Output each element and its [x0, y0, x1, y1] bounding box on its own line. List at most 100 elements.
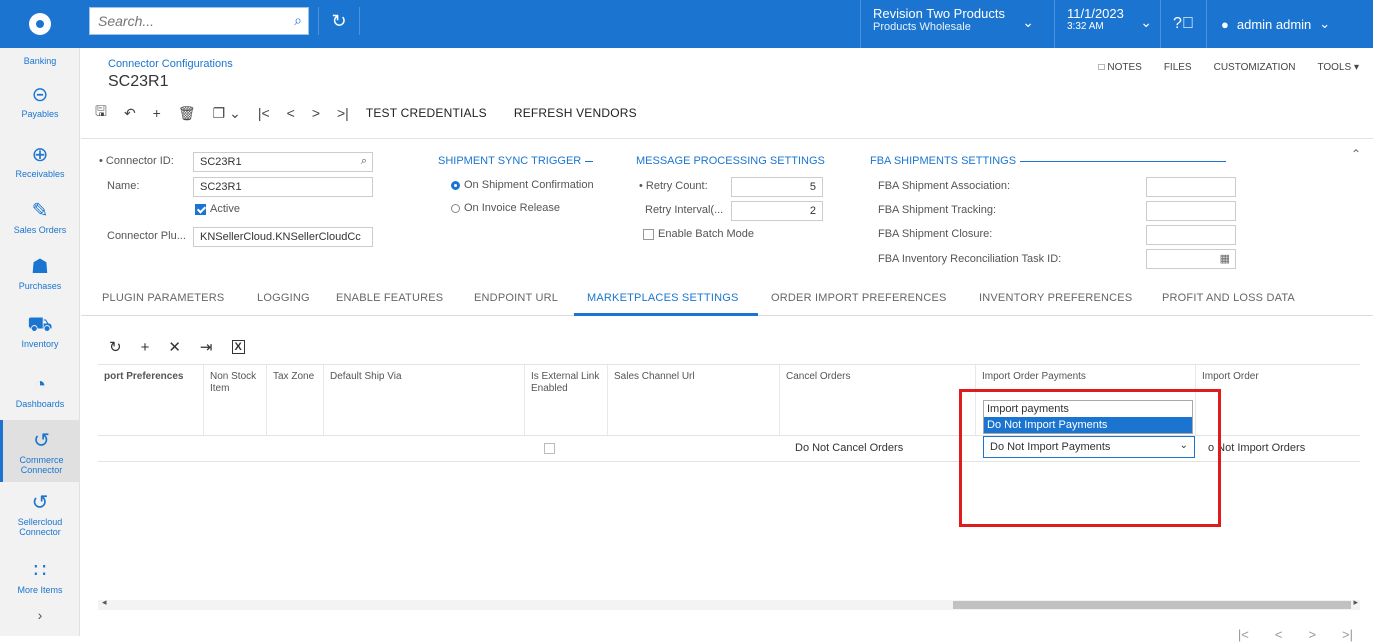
column-header-sales-channel-url[interactable]: Sales Channel Url	[608, 365, 780, 435]
sidebar-expand-button[interactable]: ›	[0, 608, 80, 622]
tools-button[interactable]: TOOLS ▾	[1317, 62, 1359, 73]
scrollbar-thumb[interactable]	[953, 601, 1351, 609]
search-box[interactable]: ⌕	[89, 7, 309, 35]
sidebar-item-banking[interactable]: Banking	[0, 56, 80, 66]
previous-page-icon[interactable]: <	[1275, 627, 1283, 642]
first-record-icon[interactable]: |<	[258, 105, 270, 121]
collapse-icon[interactable]: ⌃	[1351, 147, 1361, 161]
sidebar-item-inventory[interactable]: ⛟ Inventory	[0, 314, 80, 349]
tab-inventory-preferences[interactable]: INVENTORY PREFERENCES	[979, 292, 1132, 304]
delete-icon[interactable]: 🗑	[178, 105, 196, 122]
column-header-non-stock-item[interactable]: Non Stock Item	[204, 365, 267, 435]
retry-count-field[interactable]: 5	[731, 177, 823, 197]
search-input[interactable]	[90, 8, 280, 34]
undo-icon[interactable]: ↶	[124, 105, 136, 122]
enable-batch-mode-checkbox[interactable]: Enable Batch Mode	[643, 228, 754, 240]
on-shipment-confirmation-radio[interactable]: On Shipment Confirmation	[451, 179, 594, 191]
notes-button[interactable]: □ NOTES	[1099, 62, 1142, 73]
add-icon[interactable]: +	[153, 105, 161, 121]
sidebar-item-commerce-connector[interactable]: ↺ Commerce Connector	[0, 420, 80, 482]
refresh-vendors-button[interactable]: REFRESH VENDORS	[514, 106, 637, 120]
fba-reconciliation-field[interactable]: ▦	[1146, 249, 1236, 269]
tab-profit-and-loss-data[interactable]: PROFIT AND LOSS DATA	[1162, 292, 1295, 304]
previous-record-icon[interactable]: <	[287, 105, 295, 121]
cancel-orders-cell[interactable]: Do Not Cancel Orders	[795, 442, 903, 454]
next-record-icon[interactable]: >	[312, 105, 320, 121]
app-logo[interactable]	[0, 0, 80, 48]
user-name: admin admin	[1236, 16, 1312, 32]
fba-closure-field[interactable]	[1146, 225, 1236, 245]
sidebar-item-sellercloud-connector[interactable]: ↺ Sellercloud Connector	[0, 492, 80, 537]
refresh-icon[interactable]: ↻	[109, 338, 122, 356]
connector-id-field[interactable]: SC23R1 ⌕	[193, 152, 373, 172]
customization-button[interactable]: CUSTOMIZATION	[1214, 62, 1296, 73]
tab-marketplaces-settings[interactable]: MARKETPLACES SETTINGS	[587, 292, 739, 304]
fba-closure-label: FBA Shipment Closure:	[878, 228, 993, 240]
add-row-icon[interactable]: +	[141, 339, 150, 356]
chevron-down-icon: ⌄	[1140, 14, 1152, 30]
save-icon[interactable]: 🖫	[95, 101, 107, 125]
import-order-cell[interactable]: o Not Import Orders	[1208, 442, 1305, 454]
connector-plugin-field[interactable]: KNSellerCloud.KNSellerCloudCc	[193, 227, 373, 247]
sidebar-item-receivables[interactable]: ⊕ Receivables	[0, 144, 80, 179]
sidebar-item-sales-orders[interactable]: ✎ Sales Orders	[0, 200, 80, 235]
column-header-tax-zone[interactable]: Tax Zone	[267, 365, 324, 435]
tab-plugin-parameters[interactable]: PLUGIN PARAMETERS	[102, 292, 224, 304]
fba-association-field[interactable]	[1146, 177, 1236, 197]
help-button[interactable]: ?⃝	[1160, 0, 1206, 48]
search-icon[interactable]: ⌕	[294, 12, 302, 29]
fba-tracking-field[interactable]	[1146, 201, 1236, 221]
minus-circle-icon: ⊝	[31, 84, 49, 106]
fit-columns-icon[interactable]: ⇥	[200, 338, 213, 356]
active-checkbox[interactable]: Active	[195, 203, 240, 215]
last-page-icon[interactable]: >|	[1342, 627, 1353, 642]
sync-icon: ↺	[33, 430, 50, 452]
truck-icon: ⛟	[27, 314, 53, 336]
breadcrumb[interactable]: Connector Configurations	[108, 58, 233, 70]
radio-label: On Invoice Release	[464, 202, 560, 214]
horizontal-scrollbar[interactable]: ◂ ▸	[98, 597, 1360, 610]
calendar-icon[interactable]: ▦	[1220, 252, 1230, 265]
is-external-link-checkbox[interactable]	[544, 443, 555, 454]
column-header-is-external-link[interactable]: Is External Link Enabled	[525, 365, 608, 435]
name-label: Name:	[107, 180, 140, 192]
test-credentials-button[interactable]: TEST CREDENTIALS	[366, 106, 487, 120]
tab-logging[interactable]: LOGGING	[257, 292, 310, 304]
company-branch: Products Wholesale	[873, 21, 971, 33]
user-menu[interactable]: ● admin admin ⌄	[1206, 0, 1373, 48]
radio-label: On Shipment Confirmation	[464, 179, 594, 191]
name-field[interactable]: SC23R1	[193, 177, 373, 197]
company-selector[interactable]: Revision Two Products Products Wholesale…	[860, 0, 1044, 48]
tab-endpoint-url[interactable]: ENDPOINT URL	[474, 292, 558, 304]
scroll-left-icon[interactable]: ◂	[102, 597, 107, 608]
connector-form: ⌃ • Connector ID: SC23R1 ⌕ Name: SC23R1 A…	[81, 138, 1373, 288]
retry-interval-field[interactable]: 2	[731, 201, 823, 221]
column-header-default-ship-via[interactable]: Default Ship Via	[324, 365, 525, 435]
copy-paste-icon[interactable]: ❐ ⌄	[213, 105, 241, 122]
files-button[interactable]: FILES	[1164, 62, 1192, 73]
tab-bar: PLUGIN PARAMETERS LOGGING ENABLE FEATURE…	[81, 284, 1373, 316]
last-record-icon[interactable]: >|	[337, 105, 349, 121]
scroll-right-icon[interactable]: ▸	[1353, 597, 1358, 608]
column-header-import-preferences[interactable]: port Preferences	[98, 365, 204, 435]
sidebar-item-purchases[interactable]: ☗ Purchases	[0, 256, 80, 291]
next-page-icon[interactable]: >	[1308, 627, 1316, 642]
checkbox-checked-icon	[195, 203, 206, 215]
recent-history-button[interactable]: ↻	[318, 7, 360, 35]
radio-icon	[451, 203, 460, 213]
sidebar-item-payables[interactable]: ⊝ Payables	[0, 84, 80, 119]
date-selector[interactable]: 11/1/2023 3:32 AM ⌄	[1054, 0, 1160, 48]
export-excel-icon[interactable]: X	[231, 340, 245, 354]
sidebar-item-dashboards[interactable]: ◔ Dashboards	[0, 374, 80, 409]
tab-enable-features[interactable]: ENABLE FEATURES	[336, 292, 443, 304]
search-icon[interactable]: ⌕	[361, 155, 367, 168]
first-page-icon[interactable]: |<	[1238, 627, 1249, 642]
on-invoice-release-radio[interactable]: On Invoice Release	[451, 202, 560, 214]
message-processing-title: MESSAGE PROCESSING SETTINGS	[636, 155, 825, 167]
top-right-tools: □ NOTES FILES CUSTOMIZATION TOOLS ▾	[1099, 62, 1359, 73]
column-header-cancel-orders[interactable]: Cancel Orders	[780, 365, 976, 435]
retry-interval-label: Retry Interval(...	[645, 204, 724, 216]
tab-order-import-preferences[interactable]: ORDER IMPORT PREFERENCES	[771, 292, 947, 304]
delete-row-icon[interactable]: ✕	[168, 338, 181, 356]
sidebar-item-more-items[interactable]: ∷ More Items	[0, 560, 80, 595]
